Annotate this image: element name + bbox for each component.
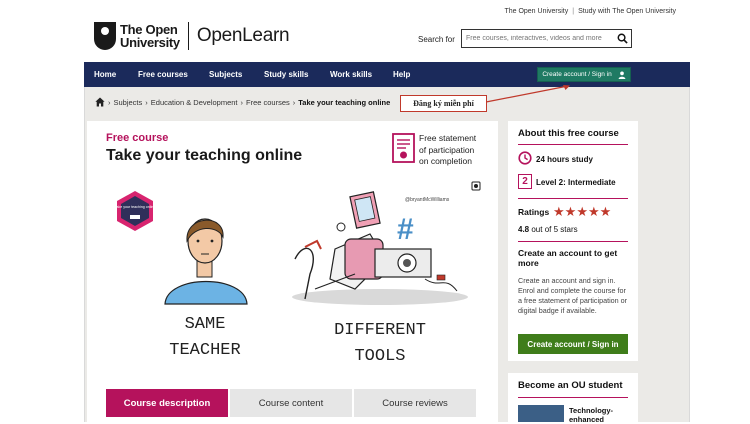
divider xyxy=(518,198,628,199)
divider xyxy=(518,144,628,145)
become-student-heading: Become an OU student xyxy=(518,380,623,391)
hash-symbol: # xyxy=(397,213,414,246)
search-box xyxy=(461,29,632,48)
certificate-text: Free statement of participation on compl… xyxy=(419,133,485,168)
divider xyxy=(518,241,628,242)
course-hero-image: Take your teaching online @bryantMcWilli… xyxy=(115,181,481,366)
site-logo[interactable]: The Open University OpenLearn xyxy=(94,22,290,50)
breadcrumb-education[interactable]: Education & Development xyxy=(151,98,238,107)
badge-text: Take your teaching online xyxy=(115,205,156,209)
study-level: Level 2: Intermediate xyxy=(536,178,616,187)
featured-course-title[interactable]: Technology-enhanced xyxy=(569,406,634,424)
create-account-button[interactable]: Create account / Sign in xyxy=(537,67,631,82)
breadcrumb-free-courses[interactable]: Free courses xyxy=(246,98,290,107)
home-icon[interactable] xyxy=(95,97,105,107)
cert-line: on completion xyxy=(419,156,472,166)
study-hours: 24 hours study xyxy=(536,155,593,164)
tab-course-description[interactable]: Course description xyxy=(106,389,228,417)
course-card: Free course Take your teaching online Fr… xyxy=(87,121,498,422)
logo-divider xyxy=(187,22,189,50)
top-link-ou[interactable]: The Open University xyxy=(504,8,568,15)
top-link-separator: | xyxy=(572,8,575,15)
ou-wordmark: The Open University xyxy=(120,23,180,49)
nav-item-help[interactable]: Help xyxy=(393,70,410,79)
logo-line-2: University xyxy=(120,35,180,50)
annotation-note: Đăng ký miễn phí xyxy=(400,95,487,112)
top-links: The Open University | Study with The Ope… xyxy=(504,8,676,15)
search-icon[interactable] xyxy=(617,33,628,44)
breadcrumb: › Subjects › Education & Development › F… xyxy=(95,97,390,107)
cert-line: Free statement xyxy=(419,133,477,143)
star-icon: ★ xyxy=(599,204,612,219)
annotation-arrow xyxy=(485,85,570,103)
user-icon xyxy=(618,71,626,79)
top-link-study[interactable]: Study with The Open University xyxy=(578,8,676,15)
caption-same: SAME xyxy=(185,315,226,334)
breadcrumb-separator: › xyxy=(292,97,296,107)
breadcrumb-separator: › xyxy=(145,97,148,107)
course-badge: Take your teaching online xyxy=(115,191,156,231)
teacher-illustration xyxy=(164,218,248,305)
course-thumbnail[interactable] xyxy=(518,405,564,422)
sidebar-create-account-button[interactable]: Create account / Sign in xyxy=(518,334,628,354)
breadcrumb-subjects[interactable]: Subjects xyxy=(114,98,143,107)
nav-item-study-skills[interactable]: Study skills xyxy=(264,70,308,79)
level-icon: 2 xyxy=(518,174,532,189)
clock-icon xyxy=(518,151,532,165)
free-course-label: Free course xyxy=(106,132,169,144)
breadcrumb-separator: › xyxy=(240,97,244,107)
rating-value: 4.8 out of 5 stars xyxy=(518,225,578,234)
course-tabs: Course description Course content Course… xyxy=(106,389,476,417)
search-label: Search for xyxy=(418,35,455,44)
illustration-credit: @bryantMcWilliams xyxy=(405,197,450,203)
search-input[interactable] xyxy=(462,35,612,42)
nav-item-home[interactable]: Home xyxy=(94,70,116,79)
star-icon: ★ xyxy=(553,204,565,219)
create-account-text: Create an account and sign in. Enrol and… xyxy=(518,276,628,315)
rating-number: 4.8 xyxy=(518,225,530,234)
divider xyxy=(518,397,628,398)
breadcrumb-separator: › xyxy=(108,97,111,107)
caption-tools: TOOLS xyxy=(354,347,405,366)
create-account-label: Create account / Sign in xyxy=(542,71,612,78)
nav-item-subjects[interactable]: Subjects xyxy=(209,70,242,79)
site-header: The Open University | Study with The Ope… xyxy=(84,0,690,62)
caption-teacher: TEACHER xyxy=(169,341,240,360)
openlearn-brand: OpenLearn xyxy=(196,25,290,46)
cert-line: of participation xyxy=(419,144,475,155)
ratings-label: Ratings xyxy=(518,207,550,217)
star-icon: ★ xyxy=(564,204,577,219)
rating-suffix: out of 5 stars xyxy=(531,225,578,234)
about-heading: About this free course xyxy=(518,128,619,139)
tab-course-reviews[interactable]: Course reviews xyxy=(354,389,476,417)
tools-illustration: # xyxy=(292,191,468,305)
star-icon: ★ xyxy=(576,204,588,219)
tab-course-content[interactable]: Course content xyxy=(230,389,352,417)
caption-different: DIFFERENT xyxy=(334,321,426,340)
about-course-panel: About this free course 24 hours study 2 … xyxy=(508,121,638,361)
nav-item-free-courses[interactable]: Free courses xyxy=(138,70,188,79)
nav-item-work-skills[interactable]: Work skills xyxy=(330,70,372,79)
create-account-heading: Create an account to get more xyxy=(518,248,618,268)
course-title: Take your teaching online xyxy=(106,147,303,164)
star-icon: ★ xyxy=(587,204,600,219)
become-student-panel: Become an OU student Technology-enhanced xyxy=(508,373,638,424)
star-rating[interactable]: ★★★★★ xyxy=(553,204,611,220)
main-nav: Home Free courses Subjects Study skills … xyxy=(84,62,690,87)
certificate-icon xyxy=(392,133,415,163)
breadcrumb-current: Take your teaching online xyxy=(298,97,391,107)
ou-shield-logo xyxy=(94,22,116,50)
